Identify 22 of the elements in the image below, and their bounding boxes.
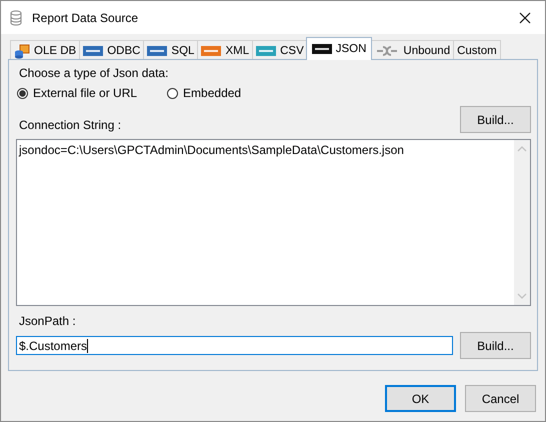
tab[interactable]: OLE DB	[10, 40, 80, 60]
build-button[interactable]: Build...	[460, 332, 531, 359]
type-label: Choose a type of Json data:	[18, 66, 170, 80]
radio-option[interactable]: External file or URL	[17, 86, 138, 100]
build-button[interactable]: Build...	[460, 106, 531, 133]
radio-option[interactable]: Embedded	[167, 86, 242, 100]
database-icon	[10, 10, 22, 26]
dialog-button[interactable]: OK	[385, 385, 456, 412]
jsonpath-field[interactable]: $.Customers	[16, 336, 453, 355]
tab[interactable]: JSON	[306, 37, 372, 60]
database-icon	[14, 42, 30, 58]
link-icon	[375, 44, 400, 56]
scroll-up-icon	[517, 146, 527, 152]
close-icon	[519, 12, 531, 24]
window-title: Report Data Source	[32, 10, 138, 24]
connection-label: Connection String :	[18, 118, 122, 133]
scroll-down-icon	[517, 293, 527, 299]
dialog-button[interactable]: Cancel	[465, 385, 536, 412]
tab[interactable]: Custom	[453, 40, 501, 60]
jsonpath-label: JsonPath :	[18, 314, 77, 328]
connection-field[interactable]: jsondoc=C:\Users\GPCTAdmin\Documents\SampleData\Customers.json	[16, 139, 531, 306]
scrollbar[interactable]	[514, 140, 530, 305]
